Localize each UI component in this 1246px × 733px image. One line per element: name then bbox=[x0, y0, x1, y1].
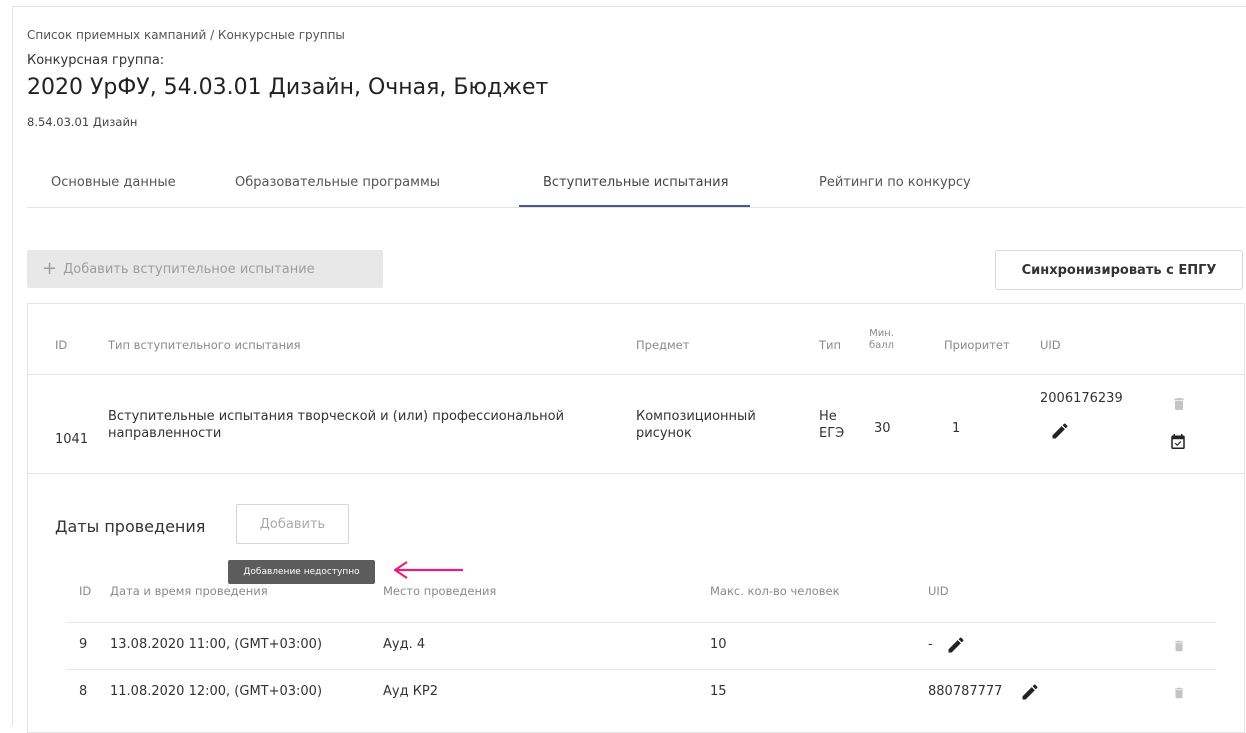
row-divider bbox=[28, 473, 1244, 474]
col-header-kind: Тип bbox=[819, 338, 842, 352]
col-header-subject: Предмет bbox=[636, 338, 690, 352]
tab-educational-programs[interactable]: Образовательные программы bbox=[235, 175, 440, 207]
edit-uid-icon[interactable] bbox=[944, 633, 968, 657]
table-row: 9 13.08.2020 11:00, (GMT+03:00) Ауд. 4 1… bbox=[66, 623, 1216, 669]
dates-col-header-id: ID bbox=[79, 584, 92, 598]
annotation-arrow-icon bbox=[389, 560, 469, 580]
date-place: Ауд КР2 bbox=[383, 684, 439, 699]
col-header-exam-type: Тип вступительного испытания bbox=[108, 338, 301, 352]
tab-entrance-exams[interactable]: Вступительные испытания bbox=[519, 175, 751, 207]
edit-uid-icon[interactable] bbox=[1018, 680, 1042, 704]
date-uid: - bbox=[928, 637, 933, 652]
date-id: 9 bbox=[79, 637, 88, 652]
add-entrance-exam-label: Добавить вступительное испытание bbox=[63, 261, 315, 277]
tooltip-add-unavailable: Добавление недоступно bbox=[228, 560, 375, 584]
exam-id: 1041 bbox=[55, 432, 89, 447]
col-header-priority: Приоритет bbox=[944, 338, 1010, 352]
edit-uid-icon[interactable] bbox=[1048, 419, 1072, 443]
exam-kind: Не ЕГЭ bbox=[819, 409, 845, 441]
calendar-check-icon[interactable] bbox=[1166, 429, 1190, 453]
date-datetime: 13.08.2020 11:00, (GMT+03:00) bbox=[110, 637, 323, 652]
dates-col-header-datetime: Дата и время проведения bbox=[110, 584, 268, 598]
table-row: 8 11.08.2020 12:00, (GMT+03:00) Ауд КР2 … bbox=[66, 670, 1216, 716]
page-container: Список приемных кампаний / Конкурсные гр… bbox=[12, 6, 1246, 733]
delete-date-icon[interactable] bbox=[1168, 635, 1190, 657]
date-uid: 880787777 bbox=[928, 684, 1003, 699]
table-row: 1041 Вступительные испытания творческой … bbox=[28, 375, 1244, 473]
date-datetime: 11.08.2020 12:00, (GMT+03:00) bbox=[110, 684, 323, 699]
delete-date-icon[interactable] bbox=[1168, 682, 1190, 704]
group-code: 8.54.03.01 Дизайн bbox=[27, 115, 138, 129]
dates-section-title: Даты проведения bbox=[55, 517, 206, 536]
add-date-button[interactable]: Добавить bbox=[236, 504, 349, 544]
date-place: Ауд. 4 bbox=[383, 637, 426, 652]
exam-subject: Композиционный рисунок bbox=[636, 409, 756, 441]
tabs-divider bbox=[27, 207, 1245, 208]
date-id: 8 bbox=[79, 684, 88, 699]
dates-col-header-place: Место проведения bbox=[383, 584, 497, 598]
sync-epgu-button[interactable]: Синхронизировать с ЕПГУ bbox=[995, 250, 1243, 290]
exam-priority: 1 bbox=[952, 421, 961, 436]
date-max-people: 10 bbox=[710, 637, 727, 652]
col-header-uid: UID bbox=[1040, 338, 1061, 352]
exam-uid: 2006176239 bbox=[1040, 391, 1123, 406]
dates-col-header-uid: UID bbox=[928, 584, 949, 598]
tab-competition-ratings[interactable]: Рейтинги по конкурсу bbox=[819, 175, 971, 207]
col-header-min-score: Мин. балл bbox=[869, 328, 895, 351]
add-entrance-exam-button[interactable]: + Добавить вступительное испытание bbox=[27, 250, 383, 288]
group-label: Конкурсная группа: bbox=[27, 53, 165, 68]
exam-type: Вступительные испытания творческой и (ил… bbox=[108, 409, 565, 441]
entrance-exams-table: ID Тип вступительного испытания Предмет … bbox=[27, 303, 1245, 733]
dates-col-header-max-people: Макс. кол-во человек bbox=[710, 584, 840, 598]
date-max-people: 15 bbox=[710, 684, 727, 699]
plus-icon: + bbox=[42, 258, 58, 279]
col-header-id: ID bbox=[55, 338, 68, 352]
exam-min-score: 30 bbox=[874, 421, 891, 436]
page-title: 2020 УрФУ, 54.03.01 Дизайн, Очная, Бюдже… bbox=[27, 75, 549, 100]
tab-main-data[interactable]: Основные данные bbox=[51, 175, 176, 207]
breadcrumb[interactable]: Список приемных кампаний / Конкурсные гр… bbox=[27, 28, 345, 42]
delete-exam-icon[interactable] bbox=[1168, 393, 1190, 415]
